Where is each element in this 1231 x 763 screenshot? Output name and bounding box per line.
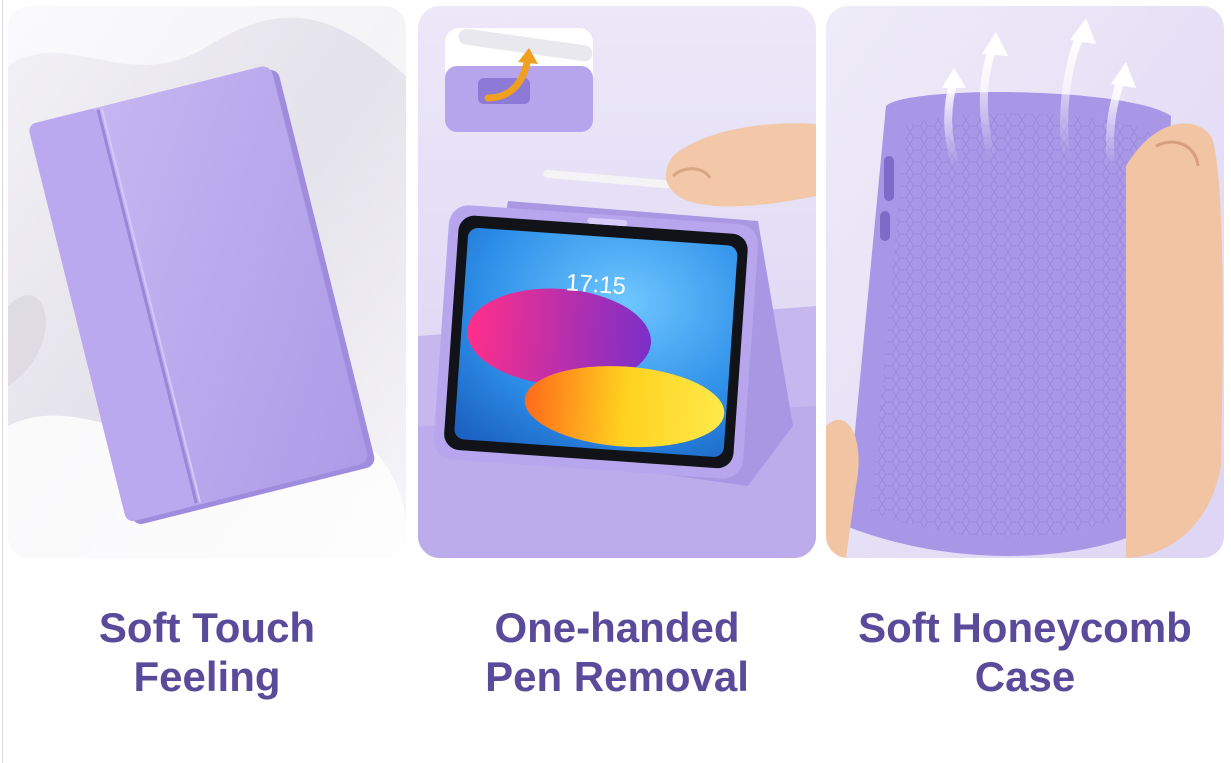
caption-line: Soft Honeycomb xyxy=(858,604,1192,651)
feature-image-honeycomb xyxy=(826,6,1224,558)
feature-image-soft-touch xyxy=(8,6,406,558)
page-edge-line xyxy=(2,0,3,763)
caption-line: Case xyxy=(974,653,1076,700)
inset-pen-slot-closeup xyxy=(445,28,593,132)
caption-honeycomb: Soft Honeycomb Case xyxy=(826,603,1224,701)
caption-line: Pen Removal xyxy=(485,653,749,700)
closed-case-illustration xyxy=(8,6,406,558)
honeycomb-shell-illustration xyxy=(826,6,1224,558)
caption-pen-removal: One-handed Pen Removal xyxy=(418,603,816,701)
caption-line: One-handed xyxy=(494,604,740,651)
tablet-clock: 17:15 xyxy=(565,269,627,300)
caption-soft-touch: Soft Touch Feeling xyxy=(8,603,406,701)
feature-image-pen-removal: 17:15 xyxy=(418,6,816,558)
caption-line: Soft Touch xyxy=(98,604,316,651)
caption-line: Feeling xyxy=(133,653,281,700)
tablet-with-pen-illustration: 17:15 xyxy=(418,6,816,558)
